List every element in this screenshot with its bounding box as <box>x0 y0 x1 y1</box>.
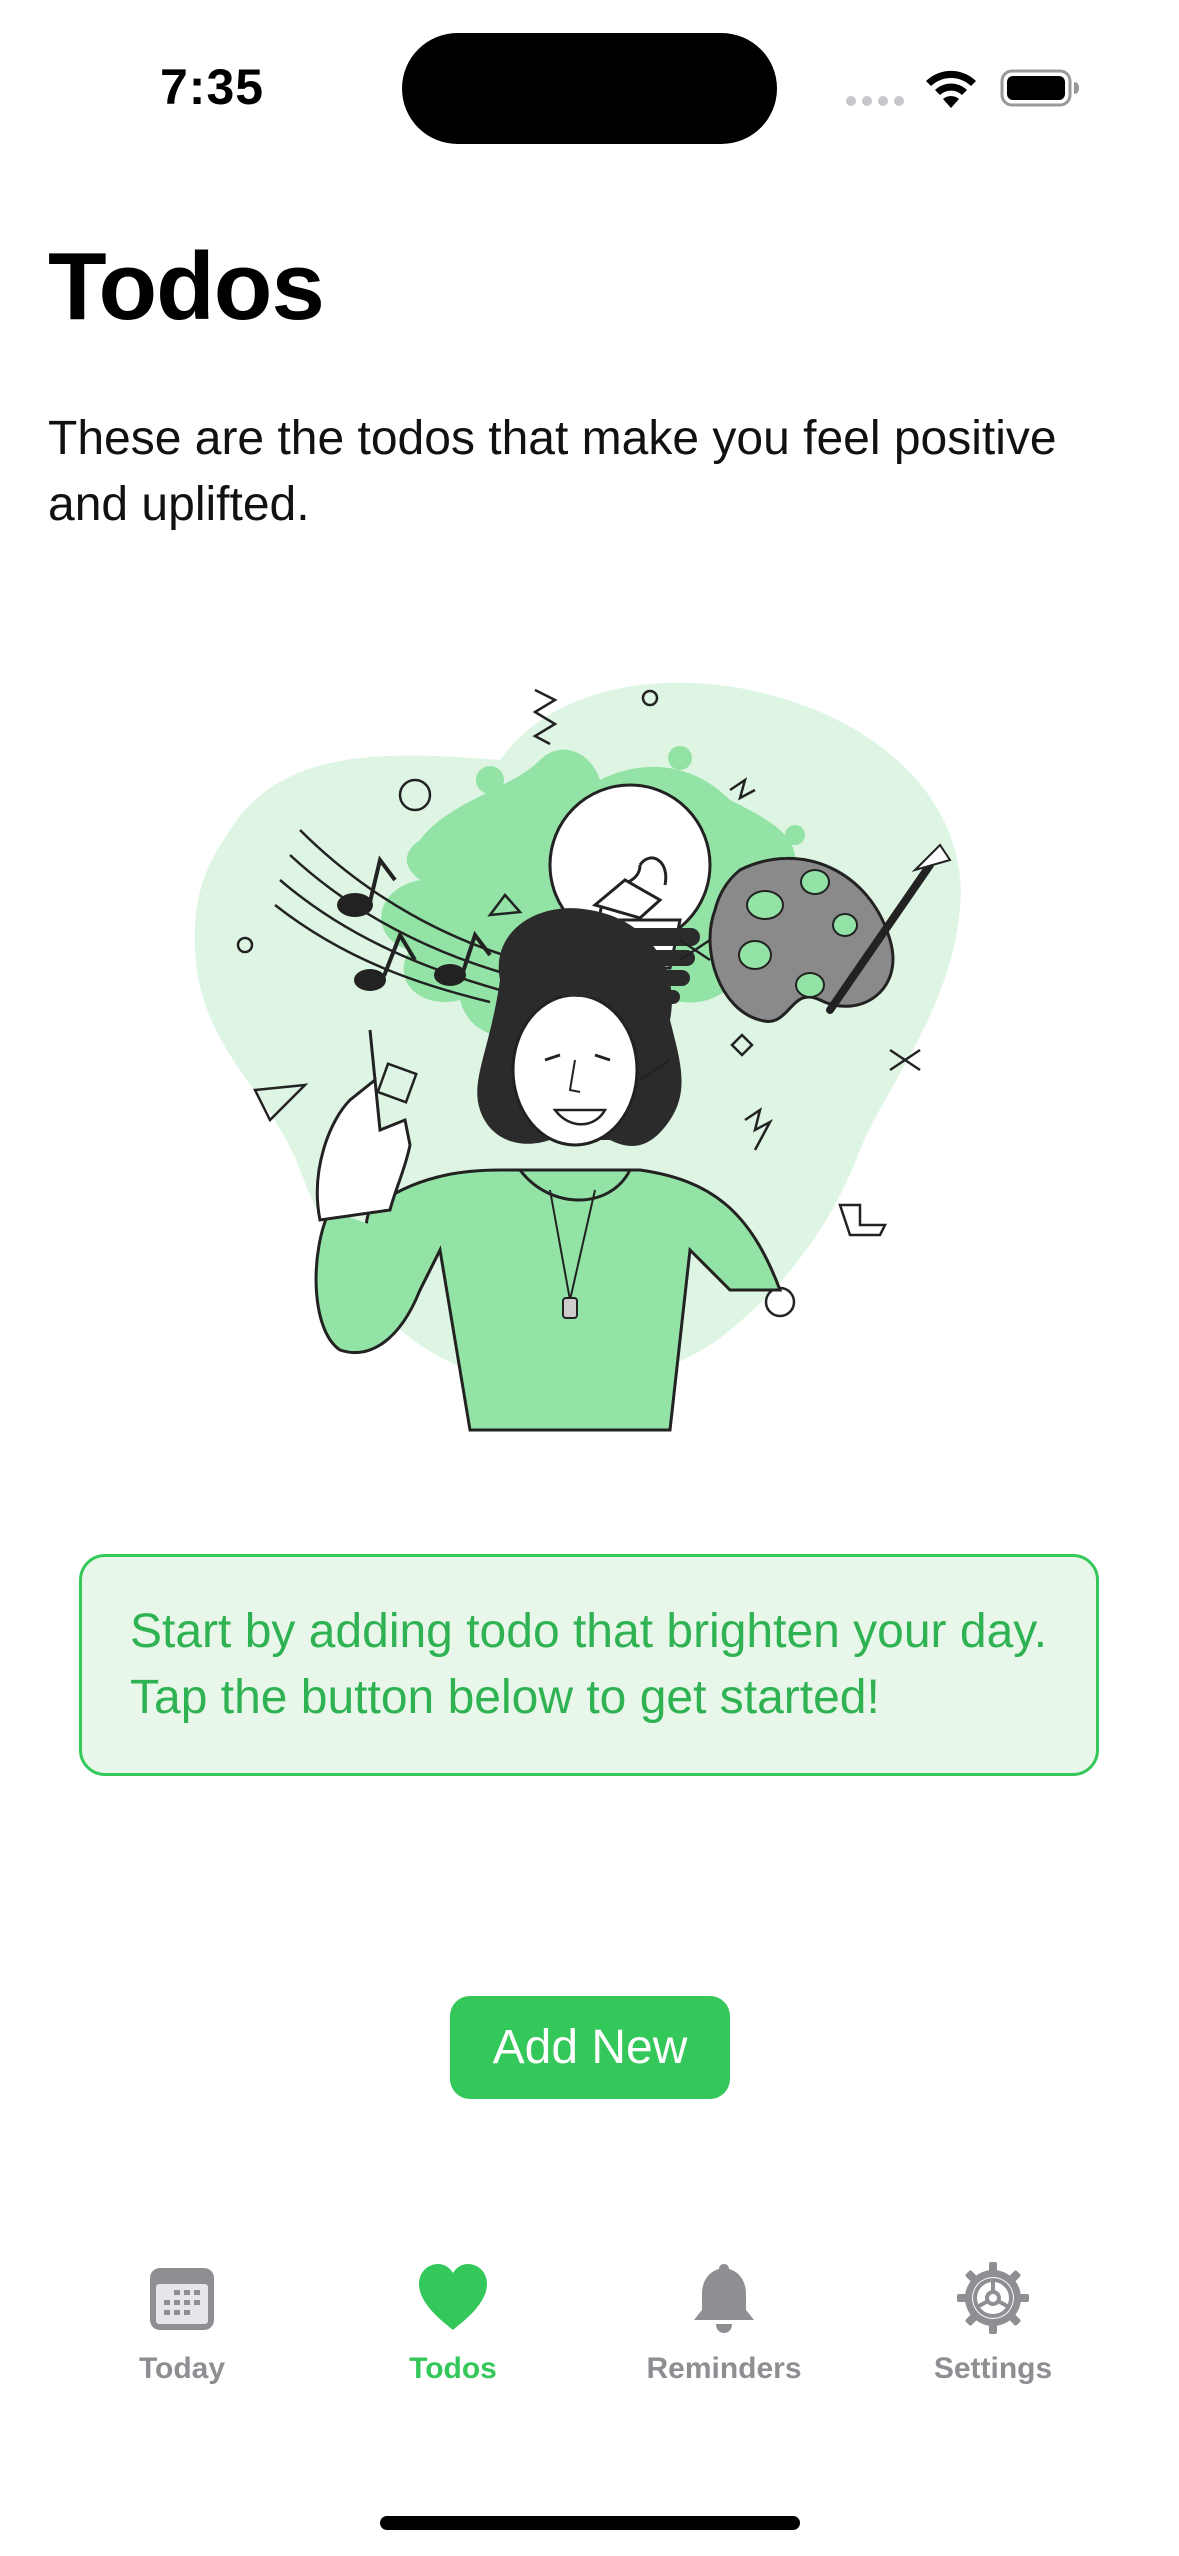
woman-idea-lightbulb-illustration <box>194 682 961 1432</box>
tab-settings[interactable]: Settings <box>873 2260 1113 2430</box>
cellular-signal-icon <box>846 96 906 108</box>
add-new-button[interactable]: Add New <box>450 1996 730 2099</box>
page-title: Todos <box>48 233 325 340</box>
status-bar: 7:35 <box>0 0 1179 160</box>
wifi-icon <box>926 70 976 108</box>
empty-state-hint: Start by adding todo that brighten your … <box>79 1554 1099 1776</box>
tab-today[interactable]: Today <box>62 2260 302 2430</box>
heart-icon <box>419 2264 487 2330</box>
status-time: 7:35 <box>160 59 265 115</box>
battery-icon <box>1000 69 1079 107</box>
bell-icon <box>694 2264 754 2333</box>
tab-todos-label: Todos <box>409 2352 497 2385</box>
gear-icon <box>957 2262 1029 2334</box>
home-indicator <box>380 2516 800 2530</box>
tab-today-label: Today <box>138 2352 226 2385</box>
tab-settings-label: Settings <box>933 2352 1053 2385</box>
tab-reminders[interactable]: Reminders <box>604 2260 844 2430</box>
calendar-icon <box>150 2268 214 2330</box>
page-subtitle: These are the todos that make you feel p… <box>48 412 1057 531</box>
empty-state-hint-text: Start by adding todo that brighten your … <box>130 1605 1048 1724</box>
tab-todos[interactable]: Todos <box>333 2260 573 2430</box>
dynamic-island <box>402 33 777 144</box>
tab-reminders-label: Reminders <box>646 2352 802 2385</box>
tab-bar: Today Todos Reminders Settings <box>0 2260 1179 2440</box>
